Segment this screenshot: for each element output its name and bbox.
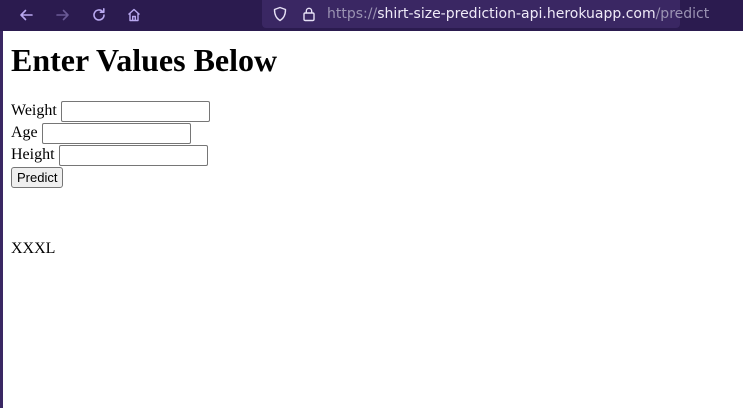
tracking-protection-icon[interactable] <box>270 4 290 24</box>
weight-row: Weight <box>11 100 210 122</box>
address-bar[interactable]: https://shirt-size-prediction-api.heroku… <box>262 0 709 28</box>
url-text[interactable]: https://shirt-size-prediction-api.heroku… <box>327 5 709 23</box>
forward-icon <box>55 7 71 23</box>
url-scheme: https:// <box>327 6 378 22</box>
back-icon <box>18 7 34 23</box>
prediction-result: XXXL <box>11 240 56 257</box>
reload-button[interactable] <box>86 3 112 27</box>
height-row: Height <box>11 144 208 166</box>
age-row: Age <box>11 122 191 144</box>
home-button[interactable] <box>121 3 147 27</box>
browser-toolbar: https://shirt-size-prediction-api.heroku… <box>0 0 743 31</box>
height-label: Height <box>11 146 55 163</box>
height-input[interactable] <box>58 144 208 166</box>
weight-input[interactable] <box>60 100 210 122</box>
age-input[interactable] <box>41 122 191 144</box>
lock-icon[interactable] <box>299 4 319 24</box>
age-label: Age <box>11 124 38 141</box>
weight-label: Weight <box>11 102 57 119</box>
reload-icon <box>91 7 107 23</box>
window-edge <box>0 31 3 408</box>
page-title: Enter Values Below <box>11 42 278 78</box>
browser-window: https://shirt-size-prediction-api.heroku… <box>0 0 743 408</box>
predict-button[interactable]: Predict <box>11 167 64 188</box>
back-button[interactable] <box>13 3 39 27</box>
forward-button[interactable] <box>50 3 76 27</box>
home-icon <box>126 7 142 23</box>
url-host: shirt-size-prediction-api.herokuapp.com <box>377 6 656 22</box>
url-path: /predict <box>655 6 710 22</box>
